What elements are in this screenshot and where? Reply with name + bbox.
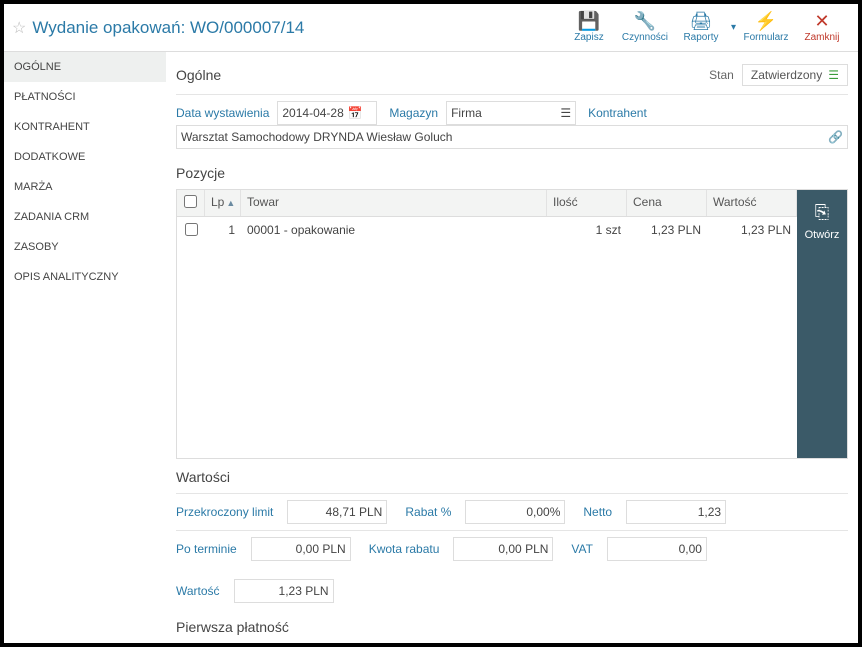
col-cena[interactable]: Cena [627, 190, 707, 216]
label-netto: Netto [583, 505, 620, 519]
label-wartosc-total: Wartość [176, 584, 228, 598]
field-kwota-rabatu[interactable]: 0,00 PLN [453, 537, 553, 561]
printer-icon: 🖨 [690, 12, 713, 30]
table-row[interactable]: 1 00001 - opakowanie 1 szt 1,23 PLN 1,23… [177, 217, 797, 245]
value-magazyn: Firma [451, 106, 560, 120]
field-wartosc-total[interactable]: 1,23 PLN [234, 579, 334, 603]
stan-label: Stan [709, 68, 734, 82]
close-button[interactable]: ✕ Zamknij [794, 4, 850, 52]
field-kontrahent[interactable]: Warsztat Samochodowy DRYNDA Wiesław Golu… [176, 125, 848, 149]
favorite-star-icon[interactable]: ☆ [12, 18, 26, 38]
field-vat[interactable]: 0,00 [607, 537, 707, 561]
list-icon: ☰ [560, 106, 571, 120]
sort-asc-icon: ▲ [226, 198, 235, 208]
label-po-terminie: Po terminie [176, 542, 245, 556]
sidebar-item-zadania-crm[interactable]: ZADANIA CRM [4, 202, 166, 232]
col-wartosc[interactable]: Wartość [707, 190, 797, 216]
section-title-pozycje: Pozycje [176, 165, 225, 181]
label-rabat-pct: Rabat % [405, 505, 459, 519]
cell-lp: 1 [205, 221, 241, 241]
open-item-button[interactable]: ⎘ Otwórz [797, 190, 847, 458]
form-button[interactable]: ⚡ Formularz [738, 4, 794, 52]
sidebar-item-marza[interactable]: MARŻA [4, 172, 166, 202]
actions-label: Czynności [622, 32, 668, 43]
save-label: Zapisz [574, 32, 603, 43]
sidebar-item-ogolne[interactable]: OGÓLNE [4, 52, 166, 82]
value-data-wystawienia: 2014-04-28 [282, 106, 343, 120]
reports-dropdown-toggle[interactable]: ▾ [729, 4, 738, 52]
calendar-icon: 📅 [348, 106, 363, 120]
sidebar-item-opis-analityczny[interactable]: OPIS ANALITYCZNY [4, 262, 166, 292]
reports-label: Raporty [683, 32, 718, 43]
value-kontrahent: Warsztat Samochodowy DRYNDA Wiesław Golu… [181, 130, 824, 144]
save-icon: 💾 [578, 12, 600, 30]
sidebar-item-kontrahent[interactable]: KONTRAHENT [4, 112, 166, 142]
toolbar: 💾 Zapisz 🔧 Czynności 🖨 Raporty ▾ ⚡ Formu… [561, 4, 850, 52]
col-checkbox[interactable] [177, 190, 205, 216]
section-title-wartosci: Wartości [176, 469, 230, 485]
label-magazyn: Magazyn [389, 106, 446, 120]
stan-value: Zatwierdzony [751, 68, 822, 82]
items-table: Lp▲ Towar Ilość Cena Wartość 1 00001 - o… [177, 190, 797, 458]
open-icon: ⎘ [815, 202, 829, 223]
field-data-wystawienia[interactable]: 2014-04-28 📅 [277, 101, 377, 125]
cell-wartosc: 1,23 PLN [707, 221, 797, 241]
field-netto[interactable]: 1,23 [626, 500, 726, 524]
label-data-wystawienia: Data wystawienia [176, 106, 277, 120]
field-po-terminie[interactable]: 0,00 PLN [251, 537, 351, 561]
field-magazyn[interactable]: Firma ☰ [446, 101, 576, 125]
col-towar[interactable]: Towar [241, 190, 547, 216]
reports-button[interactable]: 🖨 Raporty [673, 4, 729, 52]
field-rabat-pct[interactable]: 0,00% [465, 500, 565, 524]
save-button[interactable]: 💾 Zapisz [561, 4, 617, 52]
cell-cena: 1,23 PLN [627, 221, 707, 241]
sidebar-item-dodatkowe[interactable]: DODATKOWE [4, 142, 166, 172]
sidebar: OGÓLNE PŁATNOŚCI KONTRAHENT DODATKOWE MA… [4, 52, 166, 643]
col-lp[interactable]: Lp▲ [205, 190, 241, 216]
open-label: Otwórz [805, 229, 840, 241]
label-przekroczony-limit: Przekroczony limit [176, 505, 281, 519]
sidebar-item-zasoby[interactable]: ZASOBY [4, 232, 166, 262]
select-all-checkbox[interactable] [184, 195, 197, 208]
close-icon: ✕ [814, 12, 829, 30]
lightning-icon: ⚡ [755, 12, 777, 30]
wrench-icon: 🔧 [634, 12, 656, 30]
col-ilosc[interactable]: Ilość [547, 190, 627, 216]
section-title-platnosc: Pierwsza płatność [176, 619, 289, 635]
cell-towar: 00001 - opakowanie [241, 221, 547, 241]
label-kwota-rabatu: Kwota rabatu [369, 542, 448, 556]
list-icon: ☰ [828, 68, 839, 82]
close-label: Zamknij [804, 32, 839, 43]
page-title: Wydanie opakowań: WO/000007/14 [32, 18, 561, 38]
section-title-ogolne: Ogólne [176, 67, 221, 83]
cell-ilosc: 1 szt [547, 221, 627, 241]
link-icon: 🔗 [828, 130, 843, 144]
form-label: Formularz [743, 32, 788, 43]
row-checkbox[interactable] [185, 223, 198, 236]
label-vat: VAT [571, 542, 601, 556]
label-kontrahent: Kontrahent [588, 106, 655, 120]
field-przekroczony-limit[interactable]: 48,71 PLN [287, 500, 387, 524]
sidebar-item-platnosci[interactable]: PŁATNOŚCI [4, 82, 166, 112]
stan-value-field[interactable]: Zatwierdzony ☰ [742, 64, 848, 86]
actions-button[interactable]: 🔧 Czynności [617, 4, 673, 52]
